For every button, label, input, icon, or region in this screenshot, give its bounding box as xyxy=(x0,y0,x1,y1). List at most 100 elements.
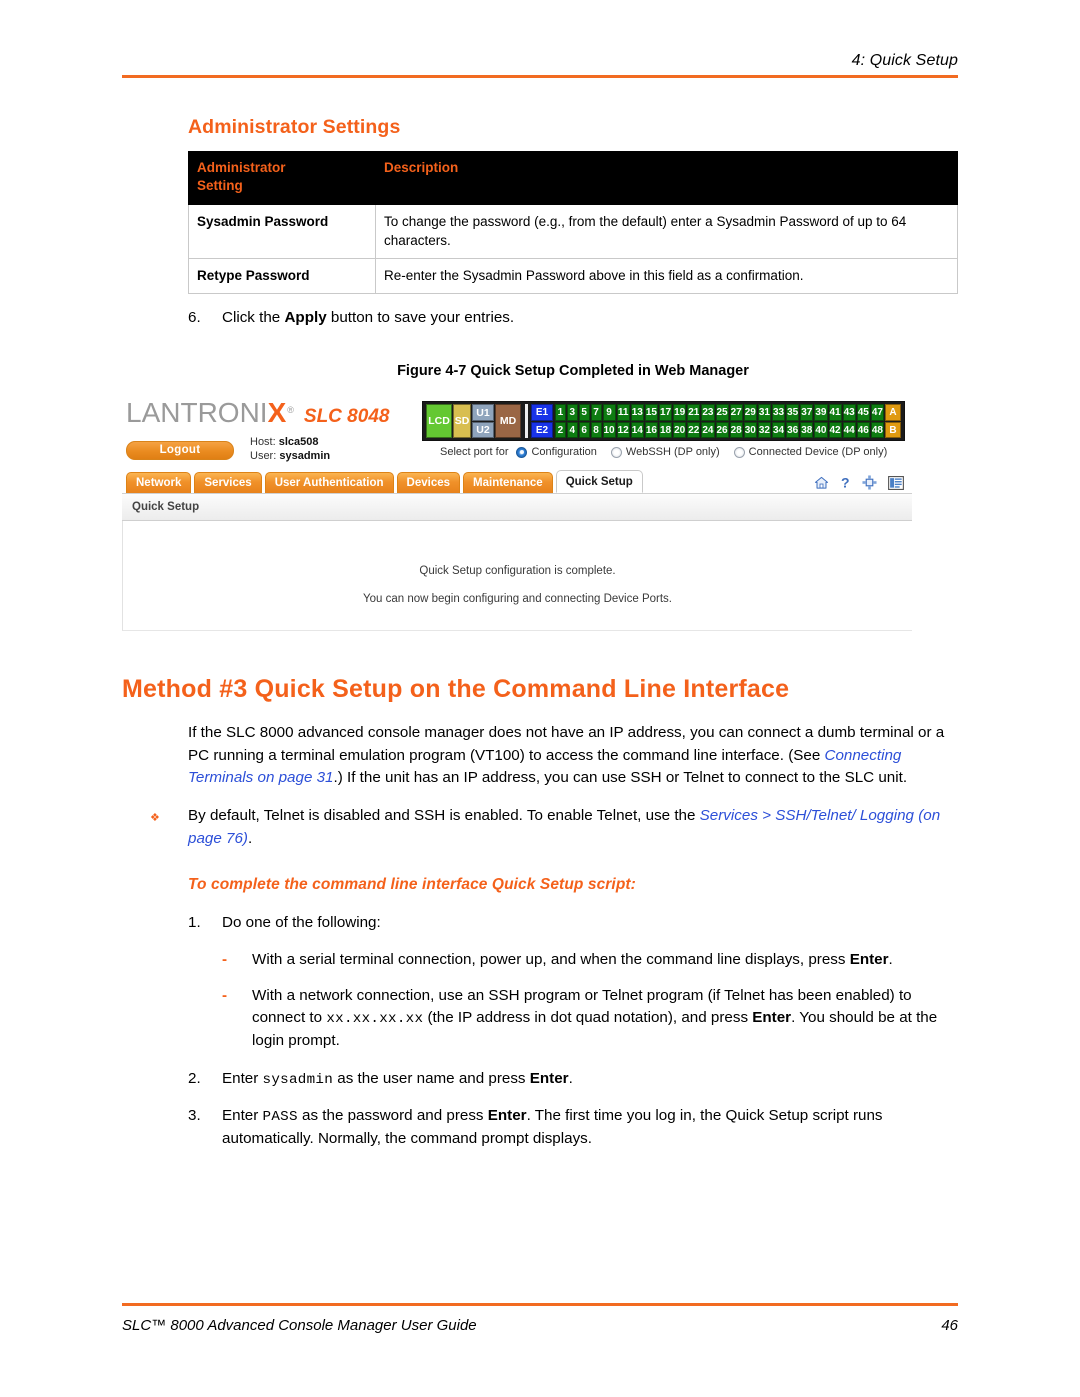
select-port-option-webssh[interactable]: WebSSH (DP only) xyxy=(610,446,720,458)
port-column[interactable]: 9 10 xyxy=(602,404,616,439)
device-port-9[interactable]: 9 xyxy=(602,404,616,421)
device-port-6[interactable]: 6 xyxy=(578,421,590,439)
port-column[interactable]: 37 38 xyxy=(800,404,814,439)
port-column[interactable]: 29 30 xyxy=(743,404,757,439)
port-column[interactable]: 56 xyxy=(578,404,590,439)
expand-icon[interactable] xyxy=(862,475,877,490)
device-port-25[interactable]: 25 xyxy=(715,404,729,421)
device-port-46[interactable]: 46 xyxy=(856,421,870,439)
device-port-15[interactable]: 15 xyxy=(644,404,658,421)
port-column[interactable]: 43 44 xyxy=(842,404,856,439)
device-port-7[interactable]: 7 xyxy=(590,404,602,421)
ethernet-indicators[interactable]: E1 E2 xyxy=(531,404,553,439)
port-column[interactable]: 12 xyxy=(555,404,566,439)
device-port-45[interactable]: 45 xyxy=(856,404,870,421)
device-port-3[interactable]: 3 xyxy=(566,404,578,421)
ethernet-e2[interactable]: E2 xyxy=(531,421,553,439)
device-port-2[interactable]: 2 xyxy=(555,421,566,439)
logout-button[interactable]: Logout xyxy=(126,440,234,460)
device-port-39[interactable]: 39 xyxy=(814,404,828,421)
device-port-5[interactable]: 5 xyxy=(578,404,590,421)
power-b-indicator[interactable]: B xyxy=(885,421,901,439)
device-port-21[interactable]: 21 xyxy=(687,404,701,421)
device-port-28[interactable]: 28 xyxy=(729,421,743,439)
sd-indicator[interactable]: SD xyxy=(453,404,471,439)
port-status-panel[interactable]: LCD SD U1 U2 MD E1 E2 1 2 3 4 5 6 7 8 9 10 11 12 13 1… xyxy=(422,401,905,442)
power-a-indicator[interactable]: A xyxy=(885,404,901,421)
device-port-48[interactable]: 48 xyxy=(870,421,884,439)
device-port-24[interactable]: 24 xyxy=(701,421,715,439)
device-port-19[interactable]: 19 xyxy=(673,404,687,421)
device-port-42[interactable]: 42 xyxy=(828,421,842,439)
home-icon[interactable] xyxy=(814,476,829,490)
device-port-17[interactable]: 17 xyxy=(659,404,673,421)
port-column[interactable]: 11 12 xyxy=(616,404,630,439)
device-port-11[interactable]: 11 xyxy=(616,404,630,421)
logs-icon[interactable] xyxy=(888,475,904,490)
device-port-23[interactable]: 23 xyxy=(701,404,715,421)
tab-user-authentication[interactable]: User Authentication xyxy=(264,472,394,494)
port-column[interactable]: 17 18 xyxy=(659,404,673,439)
port-column[interactable]: 33 34 xyxy=(772,404,786,439)
port-column[interactable]: 31 32 xyxy=(757,404,771,439)
help-icon[interactable]: ? xyxy=(840,475,851,490)
radio-connected-device-icon[interactable] xyxy=(733,446,745,458)
port-column[interactable]: 25 26 xyxy=(715,404,729,439)
usb-indicators[interactable]: U1 U2 xyxy=(472,404,494,439)
device-port-38[interactable]: 38 xyxy=(800,421,814,439)
device-port-18[interactable]: 18 xyxy=(659,421,673,439)
port-column[interactable]: 45 46 xyxy=(856,404,870,439)
device-port-47[interactable]: 47 xyxy=(870,404,884,421)
port-column[interactable]: 19 20 xyxy=(673,404,687,439)
port-column[interactable]: 41 42 xyxy=(828,404,842,439)
port-column[interactable]: 47 48 xyxy=(870,404,884,439)
modem-indicator[interactable]: MD xyxy=(495,404,521,439)
port-column[interactable]: 35 36 xyxy=(786,404,800,439)
radio-webssh-icon[interactable] xyxy=(610,446,622,458)
device-port-27[interactable]: 27 xyxy=(729,404,743,421)
tab-quick-setup[interactable]: Quick Setup xyxy=(555,470,643,494)
port-column[interactable]: 78 xyxy=(590,404,602,439)
device-port-35[interactable]: 35 xyxy=(786,404,800,421)
device-port-8[interactable]: 8 xyxy=(590,421,602,439)
device-port-31[interactable]: 31 xyxy=(757,404,771,421)
port-column[interactable]: 23 24 xyxy=(701,404,715,439)
device-port-12[interactable]: 12 xyxy=(616,421,630,439)
select-port-option-configuration[interactable]: Configuration xyxy=(516,446,597,458)
device-port-34[interactable]: 34 xyxy=(772,421,786,439)
port-column[interactable]: 15 16 xyxy=(644,404,658,439)
device-port-10[interactable]: 10 xyxy=(602,421,616,439)
device-port-26[interactable]: 26 xyxy=(715,421,729,439)
device-port-33[interactable]: 33 xyxy=(772,404,786,421)
device-port-22[interactable]: 22 xyxy=(687,421,701,439)
device-port-37[interactable]: 37 xyxy=(800,404,814,421)
lcd-indicator[interactable]: LCD xyxy=(426,404,452,439)
device-port-13[interactable]: 13 xyxy=(630,404,644,421)
device-port-43[interactable]: 43 xyxy=(842,404,856,421)
device-port-44[interactable]: 44 xyxy=(842,421,856,439)
tab-maintenance[interactable]: Maintenance xyxy=(463,472,553,494)
device-port-41[interactable]: 41 xyxy=(828,404,842,421)
device-port-20[interactable]: 20 xyxy=(673,421,687,439)
usb-u1-indicator[interactable]: U1 xyxy=(472,404,494,421)
port-column[interactable]: 13 14 xyxy=(630,404,644,439)
tab-services[interactable]: Services xyxy=(194,472,262,494)
device-port-29[interactable]: 29 xyxy=(743,404,757,421)
tab-devices[interactable]: Devices xyxy=(396,472,461,494)
power-supply-indicators[interactable]: A B xyxy=(885,404,901,439)
device-port-1[interactable]: 1 xyxy=(555,404,566,421)
ethernet-e1[interactable]: E1 xyxy=(531,404,553,421)
port-column[interactable]: 21 22 xyxy=(687,404,701,439)
select-port-option-connected-device[interactable]: Connected Device (DP only) xyxy=(733,446,887,458)
port-column[interactable]: 39 40 xyxy=(814,404,828,439)
device-port-32[interactable]: 32 xyxy=(757,421,771,439)
device-port-14[interactable]: 14 xyxy=(630,421,644,439)
tab-network[interactable]: Network xyxy=(126,472,192,494)
radio-configuration-icon[interactable] xyxy=(516,446,528,458)
device-port-16[interactable]: 16 xyxy=(644,421,658,439)
device-port-grid[interactable]: 1 2 3 4 5 6 7 8 9 10 11 12 13 14 15 16 17 18 19 20 21 22 23 24 2… xyxy=(555,404,885,439)
usb-u2-indicator[interactable]: U2 xyxy=(472,421,494,439)
port-column[interactable]: 27 28 xyxy=(729,404,743,439)
device-port-30[interactable]: 30 xyxy=(743,421,757,439)
device-port-4[interactable]: 4 xyxy=(566,421,578,439)
